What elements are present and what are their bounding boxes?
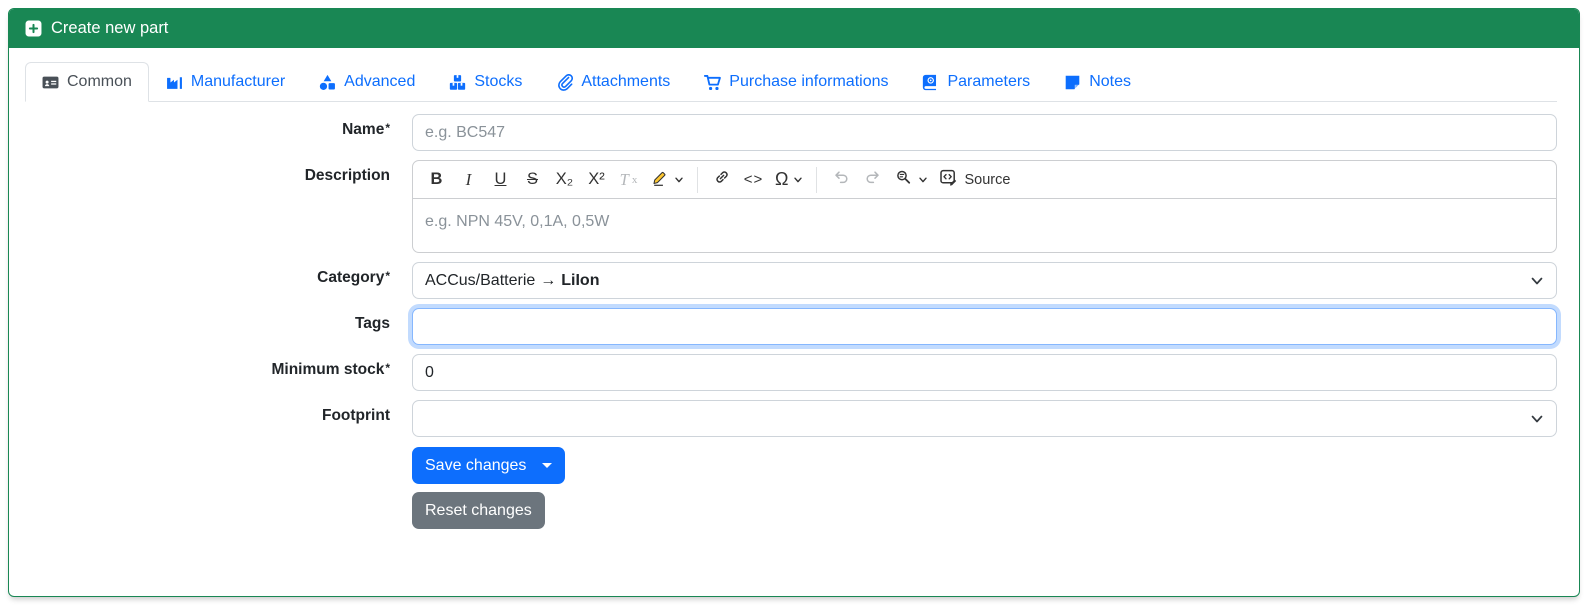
category-path: ACCus/Batterie — [425, 271, 536, 289]
description-label: Description — [304, 167, 390, 184]
strikethrough-button[interactable]: S — [517, 164, 548, 195]
category-selected: LiIon — [561, 271, 600, 289]
save-changes-button[interactable]: Save changes — [412, 447, 566, 484]
tab-parameters[interactable]: Parameters — [905, 62, 1047, 102]
source-button[interactable]: Source — [934, 164, 1015, 195]
tab-label: Common — [67, 73, 132, 90]
undo-icon — [832, 168, 850, 191]
card-header: Create new part — [9, 9, 1579, 48]
chevron-down-icon — [1530, 412, 1544, 426]
minimum-stock-label: Minimum stock* — [271, 361, 391, 378]
chevron-down-icon — [1530, 274, 1544, 288]
shopping-cart-icon — [704, 74, 722, 91]
description-editor-toolbar: B I U S X₂ X² Tx <> Ω Source — [412, 160, 1557, 199]
part-form: Name* Description B I U S X₂ X² Tx — [25, 114, 1557, 529]
tab-attachments[interactable]: Attachments — [539, 62, 687, 102]
category-label: Category* — [317, 269, 390, 286]
link-button[interactable] — [706, 164, 737, 195]
tab-purchase-informations[interactable]: Purchase informations — [687, 62, 905, 102]
id-card-icon — [42, 74, 59, 91]
tab-label: Parameters — [947, 73, 1031, 90]
tab-label: Manufacturer — [190, 73, 286, 90]
minimum-stock-row: Minimum stock* — [25, 354, 1557, 391]
highlight-button[interactable] — [645, 164, 689, 195]
tags-input[interactable] — [412, 308, 1557, 345]
caret-down-icon — [542, 463, 553, 468]
required-marker: * — [385, 269, 390, 283]
remove-format-button[interactable]: Tx — [613, 164, 644, 195]
name-input[interactable] — [412, 114, 1557, 151]
name-row: Name* — [25, 114, 1557, 151]
description-row: Description B I U S X₂ X² Tx <> Ω Source… — [25, 160, 1557, 253]
source-icon — [939, 168, 958, 192]
footprint-select[interactable] — [412, 400, 1557, 437]
footprint-label: Footprint — [321, 407, 390, 424]
find-replace-button[interactable] — [889, 164, 933, 195]
chevron-down-icon — [918, 175, 928, 185]
description-placeholder: e.g. NPN 45V, 0,1A, 0,5W — [425, 213, 610, 230]
code-button[interactable]: <> — [738, 164, 769, 195]
superscript-button[interactable]: X² — [581, 164, 612, 195]
book-icon — [922, 74, 939, 91]
category-row: Category* ACCus/Batterie → LiIon — [25, 262, 1557, 299]
chevron-down-icon — [793, 175, 803, 185]
tab-label: Purchase informations — [729, 73, 889, 90]
tab-label: Stocks — [474, 73, 523, 90]
tab-label: Advanced — [344, 73, 416, 90]
square-plus-icon — [25, 20, 42, 37]
tab-manufacturer[interactable]: Manufacturer — [149, 62, 302, 102]
reset-changes-button[interactable]: Reset changes — [412, 492, 545, 529]
name-label: Name* — [342, 121, 390, 138]
subscript-button[interactable]: X₂ — [549, 164, 580, 195]
description-editor-area[interactable]: e.g. NPN 45V, 0,1A, 0,5W — [412, 199, 1557, 253]
create-part-card: Create new part Common Manufacturer Adva… — [8, 8, 1580, 597]
category-arrow: → — [540, 271, 557, 289]
minimum-stock-input[interactable] — [412, 354, 1557, 391]
footprint-row: Footprint — [25, 400, 1557, 437]
required-marker: * — [385, 361, 390, 375]
redo-button[interactable] — [857, 164, 888, 195]
tab-stocks[interactable]: Stocks — [432, 62, 539, 102]
italic-button[interactable]: I — [453, 164, 484, 195]
toolbar-separator — [697, 166, 698, 193]
tab-advanced[interactable]: Advanced — [302, 62, 432, 102]
chevron-down-icon — [674, 175, 684, 185]
required-marker: * — [385, 121, 390, 135]
undo-button[interactable] — [825, 164, 856, 195]
find-replace-icon — [894, 168, 913, 192]
tab-common[interactable]: Common — [25, 62, 149, 102]
category-select[interactable]: ACCus/Batterie → LiIon — [412, 262, 1557, 299]
tab-label: Notes — [1089, 73, 1131, 90]
paperclip-icon — [556, 73, 574, 91]
bold-button[interactable]: B — [421, 164, 452, 195]
toolbar-separator — [816, 166, 818, 193]
page-title: Create new part — [51, 19, 169, 37]
underline-button[interactable]: U — [485, 164, 516, 195]
boxes-stacked-icon — [449, 74, 466, 91]
redo-icon — [864, 168, 882, 191]
sticky-note-icon — [1064, 74, 1081, 91]
tab-notes[interactable]: Notes — [1047, 62, 1148, 102]
shapes-icon — [319, 74, 336, 91]
special-characters-button[interactable]: Ω — [770, 164, 808, 195]
part-edit-tabs: Common Manufacturer Advanced Stocks Atta… — [25, 62, 1557, 102]
form-actions: Save changes Reset changes — [412, 447, 1557, 529]
highlight-marker-icon — [650, 168, 669, 192]
factory-icon — [166, 74, 183, 91]
tags-label: Tags — [354, 315, 390, 332]
tags-row: Tags — [25, 308, 1557, 345]
link-icon — [713, 168, 731, 191]
tab-label: Attachments — [581, 73, 671, 90]
